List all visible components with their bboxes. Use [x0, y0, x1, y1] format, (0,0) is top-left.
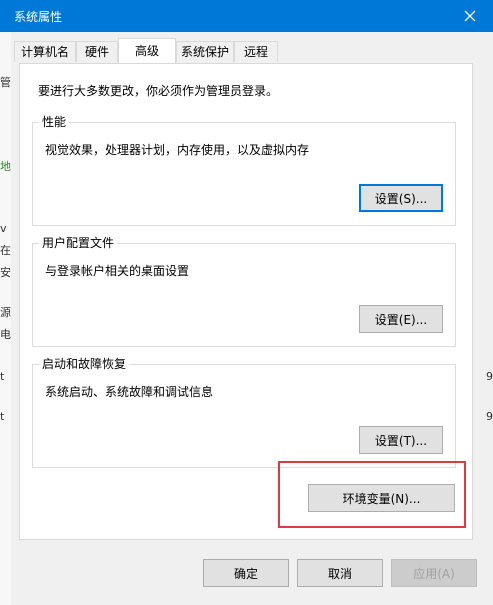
bg-fragment: 在	[0, 244, 11, 257]
close-icon	[464, 10, 476, 22]
bg-fragment: 地	[0, 160, 11, 173]
cancel-button[interactable]: 取消	[297, 559, 383, 587]
ok-button[interactable]: 确定	[203, 559, 289, 587]
tab-hardware[interactable]: 硬件	[76, 41, 118, 62]
bg-fragment: 电	[0, 328, 11, 341]
bg-fragment: t	[0, 370, 5, 383]
tab-computer-name[interactable]: 计算机名	[14, 41, 76, 62]
window-title: 系统属性	[14, 10, 63, 24]
performance-description: 视觉效果，处理器计划，内存使用，以及虚拟内存	[45, 143, 310, 157]
startup-recovery-group: 启动和故障恢复 系统启动、系统故障和调试信息 设置(T)...	[32, 356, 456, 468]
environment-variables-button[interactable]: 环境变量(N)...	[308, 484, 455, 512]
title-bar: 系统属性	[0, 0, 493, 32]
bg-fragment: 9	[486, 410, 493, 423]
tab-advanced[interactable]: 高级	[118, 38, 176, 63]
user-profiles-title: 用户配置文件	[39, 235, 118, 251]
advanced-tab-panel: 要进行大多数更改，你必须作为管理员登录。 性能 视觉效果，处理器计划，内存使用，…	[19, 63, 473, 540]
startup-recovery-title: 启动和故障恢复	[39, 356, 130, 372]
user-profiles-description: 与登录帐户相关的桌面设置	[45, 264, 190, 278]
startup-recovery-description: 系统启动、系统故障和调试信息	[45, 385, 214, 399]
bg-fragment: v	[0, 222, 7, 235]
close-button[interactable]	[447, 0, 493, 32]
tab-system-protection[interactable]: 系统保护	[176, 41, 234, 62]
bg-fragment: t	[0, 410, 5, 423]
user-profiles-group: 用户配置文件 与登录帐户相关的桌面设置 设置(E)...	[32, 235, 456, 347]
performance-group: 性能 视觉效果，处理器计划，内存使用，以及虚拟内存 设置(S)...	[32, 114, 456, 226]
bg-fragment: 管	[0, 76, 11, 89]
tab-remote[interactable]: 远程	[234, 41, 278, 62]
user-profiles-settings-button[interactable]: 设置(E)...	[359, 305, 443, 333]
startup-recovery-settings-button[interactable]: 设置(T)...	[359, 426, 443, 454]
performance-title: 性能	[39, 114, 70, 130]
apply-button[interactable]: 应用(A)	[391, 559, 477, 587]
performance-settings-button[interactable]: 设置(S)...	[359, 184, 443, 212]
bg-fragment: 安	[0, 266, 11, 279]
admin-notice: 要进行大多数更改，你必须作为管理员登录。	[38, 84, 279, 98]
background-window-strip: 管 地 v 在 安 源 电 t t	[0, 32, 11, 605]
bg-fragment: 源	[0, 306, 11, 319]
bg-fragment: 9	[486, 370, 493, 383]
